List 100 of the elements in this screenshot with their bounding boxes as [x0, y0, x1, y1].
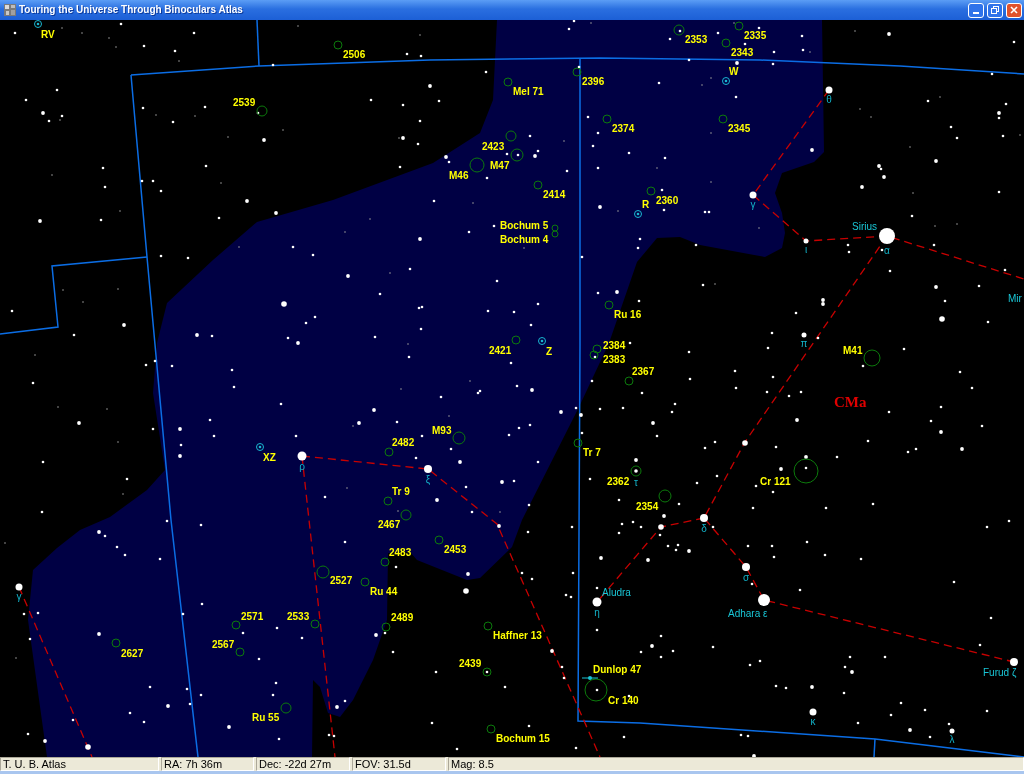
- cluster-label: Ru 55: [252, 711, 280, 723]
- star-name: Furud ζ: [983, 666, 1017, 678]
- variable-star-icon: [722, 77, 730, 85]
- cluster-label: 2423: [482, 140, 505, 152]
- cluster-circle-icon: [573, 438, 583, 448]
- star-letter-label: δ: [701, 522, 707, 534]
- cluster-label: M47: [490, 159, 510, 171]
- cluster-circle-icon: [793, 458, 819, 484]
- cluster-circle-icon: [256, 105, 268, 117]
- cluster-label: M93: [432, 424, 452, 436]
- cluster-circle-icon: [589, 350, 599, 360]
- cluster-circle-icon: [310, 619, 320, 629]
- minimize-icon: [973, 11, 979, 14]
- cluster-label: Bochum 4: [500, 233, 549, 245]
- star-letter-label: η: [594, 607, 600, 618]
- variable-star-icon: [634, 210, 642, 218]
- cluster-label: 2627: [121, 647, 144, 659]
- window-title: Touring the Universe Through Binoculars Atlas: [19, 4, 243, 16]
- cluster-label: Tr 9: [392, 485, 410, 497]
- cluster-label: Haffner 13: [493, 629, 542, 641]
- cluster-label: 2374: [612, 122, 635, 134]
- star-name: Adhara ε: [728, 607, 768, 619]
- minimize-button[interactable]: [968, 2, 984, 18]
- cluster-label: Mel 71: [513, 85, 544, 97]
- close-icon: [1010, 6, 1018, 14]
- cluster-circle-icon: [383, 496, 393, 506]
- cluster-circle-icon: [486, 724, 496, 734]
- cluster-circle-icon: [434, 535, 444, 545]
- cluster-label: 2483: [389, 546, 412, 558]
- cluster-label: 2439: [459, 657, 482, 669]
- cluster-label: 2506: [343, 48, 366, 60]
- cluster-label: Ru 16: [614, 308, 642, 320]
- cluster-label: 2353: [685, 33, 708, 45]
- variable-star-icon: [538, 337, 546, 345]
- double-star-label: Dunlop 47: [593, 663, 642, 675]
- status-pane: RA: 7h 36m: [161, 757, 254, 771]
- variable-star-icon: [256, 443, 264, 451]
- cluster-circle-icon: [602, 114, 612, 124]
- cluster-label: 2533: [287, 610, 310, 622]
- cluster-label: 2345: [728, 122, 751, 134]
- cluster-label: 2343: [731, 46, 754, 58]
- star-letter-label: θ: [826, 94, 832, 105]
- cluster-circle-icon: [604, 300, 614, 310]
- cluster-circle-icon: [863, 349, 881, 367]
- cluster-circle-icon: [646, 186, 656, 196]
- app-icon: [4, 4, 16, 16]
- restore-button[interactable]: [987, 2, 1003, 18]
- restore-icon: [991, 6, 999, 14]
- star-letter-label: π: [800, 338, 808, 349]
- star-name: Sirius: [852, 220, 877, 232]
- cluster-label: Tr 7: [583, 446, 601, 458]
- star-letter-label: τ: [634, 476, 638, 488]
- cluster-label: M41: [843, 344, 863, 356]
- cluster-circle-icon: [316, 565, 330, 579]
- variable-star-label: Z: [546, 345, 553, 357]
- cluster-label: 2354: [636, 500, 659, 512]
- cluster-label: 2384: [603, 339, 626, 351]
- cluster-label: 2367: [632, 365, 655, 377]
- cluster-circle-icon: [111, 638, 121, 648]
- star-letter-label: σ: [742, 571, 750, 583]
- status-pane: T. U. B. Atlas: [0, 757, 159, 771]
- cluster-circle-icon: [721, 38, 731, 48]
- cluster-label: Ru 44: [370, 585, 398, 597]
- cluster-circle-icon: [630, 465, 642, 477]
- cluster-label: Cr 121: [760, 475, 791, 487]
- cluster-circle-icon: [280, 702, 292, 714]
- variable-star-label: W: [729, 65, 739, 77]
- cluster-circle-icon: [572, 67, 582, 77]
- cluster-circle-icon: [592, 344, 602, 354]
- cluster-circle-icon: [584, 678, 608, 702]
- cluster-circle-icon: [400, 509, 412, 521]
- variable-star-icon: [34, 20, 42, 28]
- cluster-label: 2567: [212, 638, 235, 650]
- status-pane: Mag: 8.5: [448, 757, 1024, 771]
- star-letter-label: ξ: [425, 473, 431, 485]
- cluster-circle-icon: [469, 157, 485, 173]
- status-pane: FOV: 31.5d: [352, 757, 446, 771]
- cluster-circle-icon: [360, 577, 370, 587]
- cluster-label: 2383: [603, 353, 626, 365]
- cluster-label: M46: [449, 169, 469, 181]
- cluster-label: 2414: [543, 188, 566, 200]
- cluster-label: 2539: [233, 96, 256, 108]
- star-letter-label: γ: [16, 591, 22, 602]
- variable-star-label: R: [642, 198, 650, 210]
- cluster-label: 2571: [241, 610, 264, 622]
- constellation-label: CMa: [834, 393, 867, 411]
- cluster-label: 2421: [489, 344, 512, 356]
- cluster-label: 2489: [391, 611, 414, 623]
- cluster-circle-icon: [718, 114, 728, 124]
- star-letter-label: ρ: [299, 461, 305, 472]
- cluster-circle-icon: [673, 24, 685, 36]
- star-letter-label: α: [884, 244, 890, 256]
- close-button[interactable]: [1006, 2, 1022, 18]
- cluster-circle-icon: [624, 376, 634, 386]
- status-pane: Dec: -22d 27m: [256, 757, 350, 771]
- cluster-circle-icon: [483, 621, 493, 631]
- star-name: Aludra: [602, 586, 631, 598]
- cluster-circle-icon: [235, 647, 245, 657]
- cluster-circle-icon: [510, 148, 524, 162]
- cluster-circle-icon: [381, 622, 391, 632]
